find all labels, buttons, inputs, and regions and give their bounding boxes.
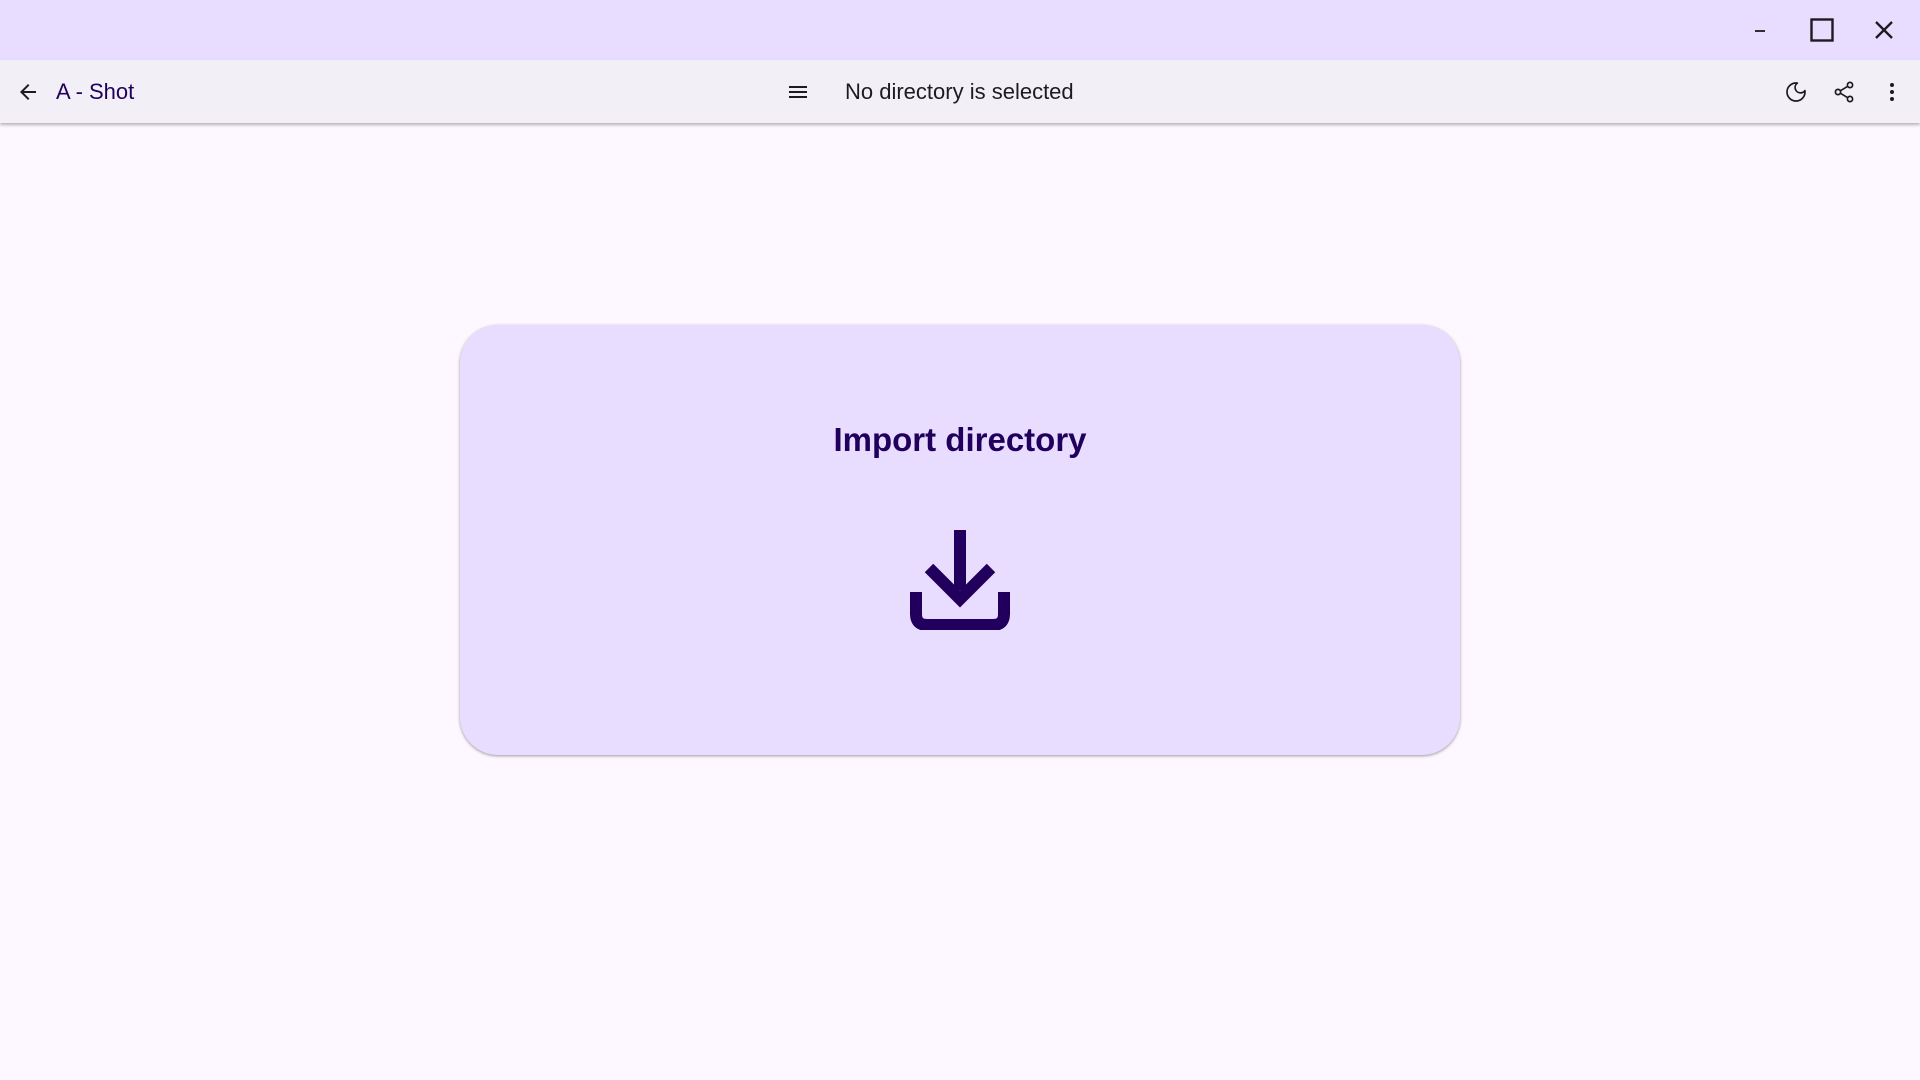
theme-toggle-button[interactable] [1772,60,1820,123]
import-directory-card[interactable]: Import directory [460,325,1460,755]
back-button[interactable] [4,60,52,123]
import-directory-title: Import directory [833,421,1087,458]
menu-button[interactable] [774,60,822,123]
hamburger-menu-icon [789,85,807,98]
maximize-icon [1810,18,1834,42]
minimize-button[interactable] [1730,0,1790,60]
app-title: A - Shot [56,79,135,104]
arrow-back-icon [20,83,36,100]
more-options-button[interactable] [1868,60,1916,123]
window-titlebar [0,0,1920,60]
share-icon [1834,81,1854,102]
app-bar: A - Shot No directory is selected [0,60,1920,123]
dark-mode-moon-icon [1786,81,1806,102]
more-vert-icon [1890,82,1894,101]
close-icon [1875,21,1893,39]
main-content: Import directory [0,123,1920,1080]
close-button[interactable] [1854,0,1914,60]
directory-title: No directory is selected [845,79,1074,104]
maximize-button[interactable] [1792,0,1852,60]
minimize-icon [1755,30,1765,32]
share-button[interactable] [1820,60,1868,123]
download-icon [910,530,1010,630]
